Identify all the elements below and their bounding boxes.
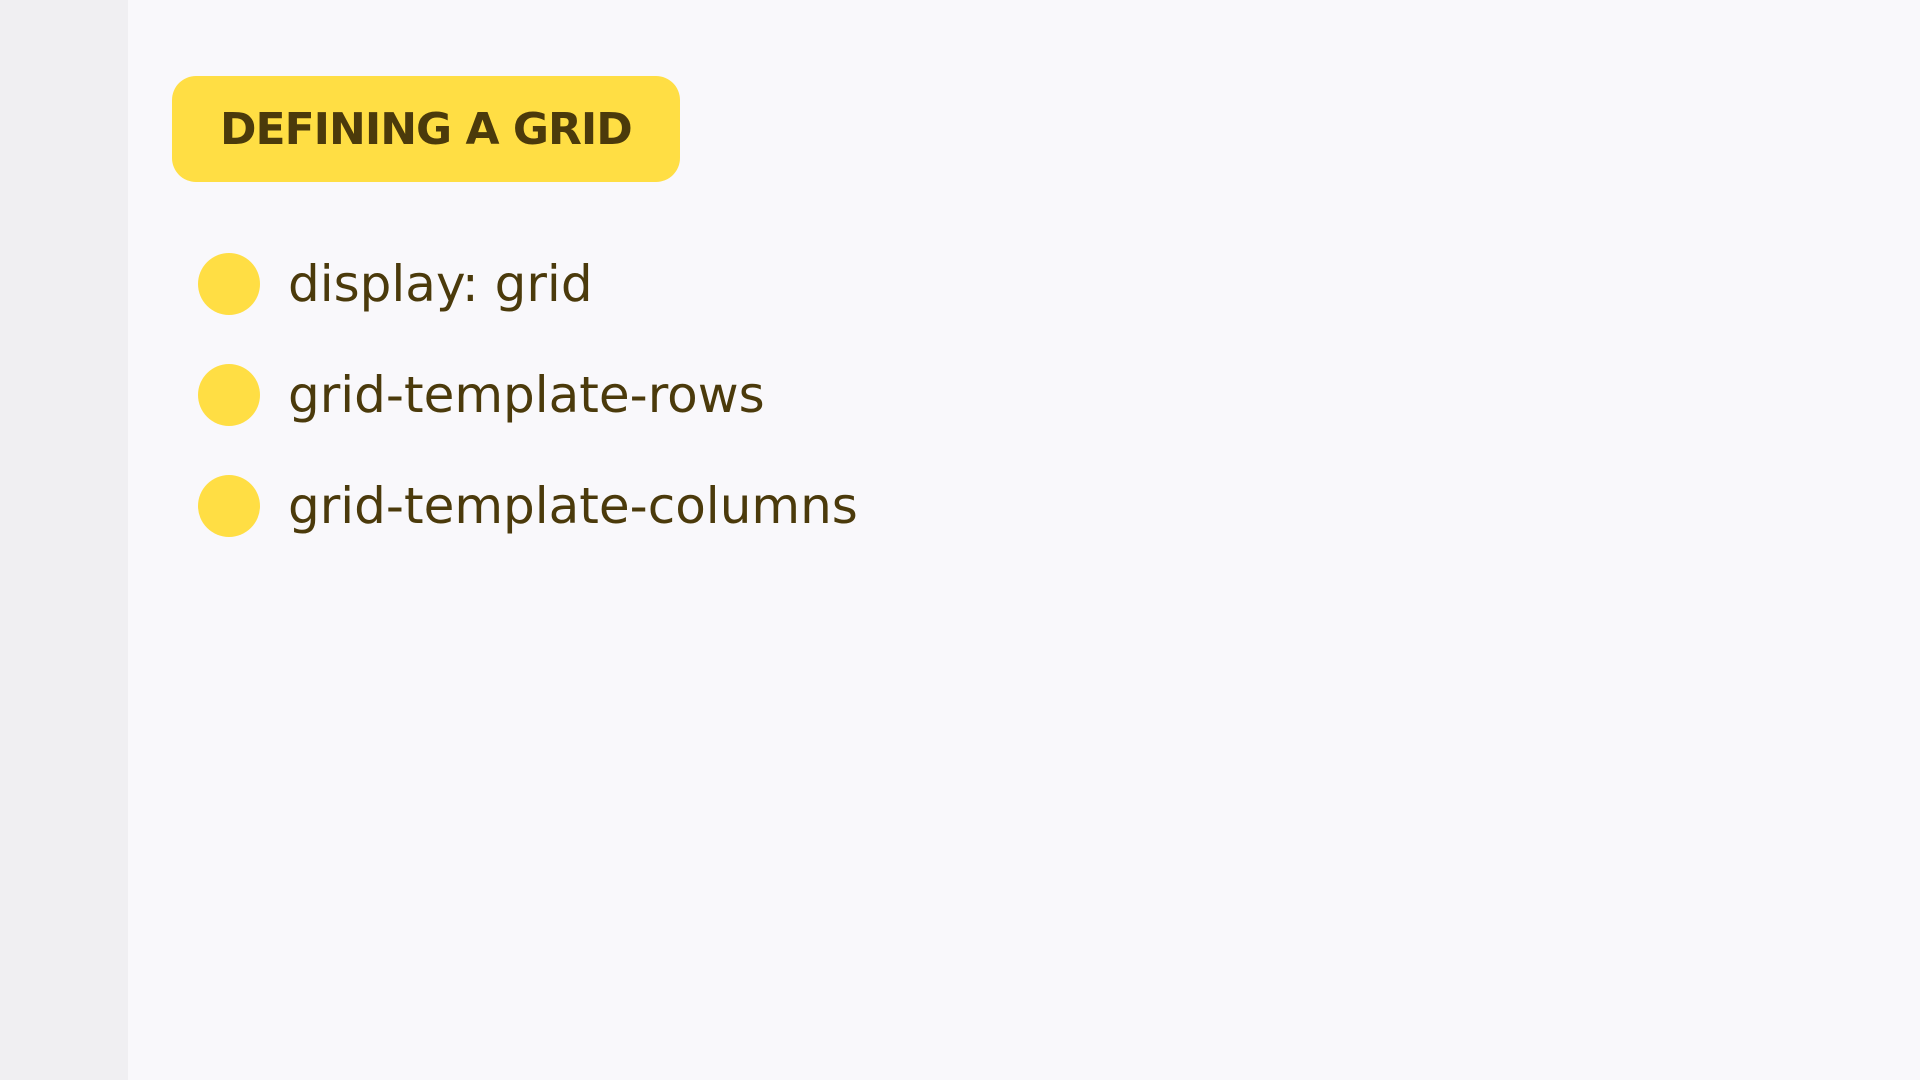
- list-item-text: grid-template-rows: [288, 365, 765, 424]
- section-badge-label: DEFINING A GRID: [220, 103, 633, 155]
- list-item: display: grid: [198, 252, 858, 315]
- bullet-dot-icon: [198, 474, 260, 537]
- section-badge: DEFINING A GRID: [172, 76, 680, 182]
- bullet-dot-icon: [198, 252, 260, 315]
- left-rail: [0, 0, 128, 1080]
- list-item-text: display: grid: [288, 254, 593, 313]
- slide-page: DEFINING A GRID display: grid grid-templ…: [0, 0, 1920, 1080]
- list-item-text: grid-template-columns: [288, 476, 858, 535]
- bullet-list: display: grid grid-template-rows grid-te…: [198, 252, 858, 585]
- bullet-dot-icon: [198, 363, 260, 426]
- list-item: grid-template-rows: [198, 363, 858, 426]
- list-item: grid-template-columns: [198, 474, 858, 537]
